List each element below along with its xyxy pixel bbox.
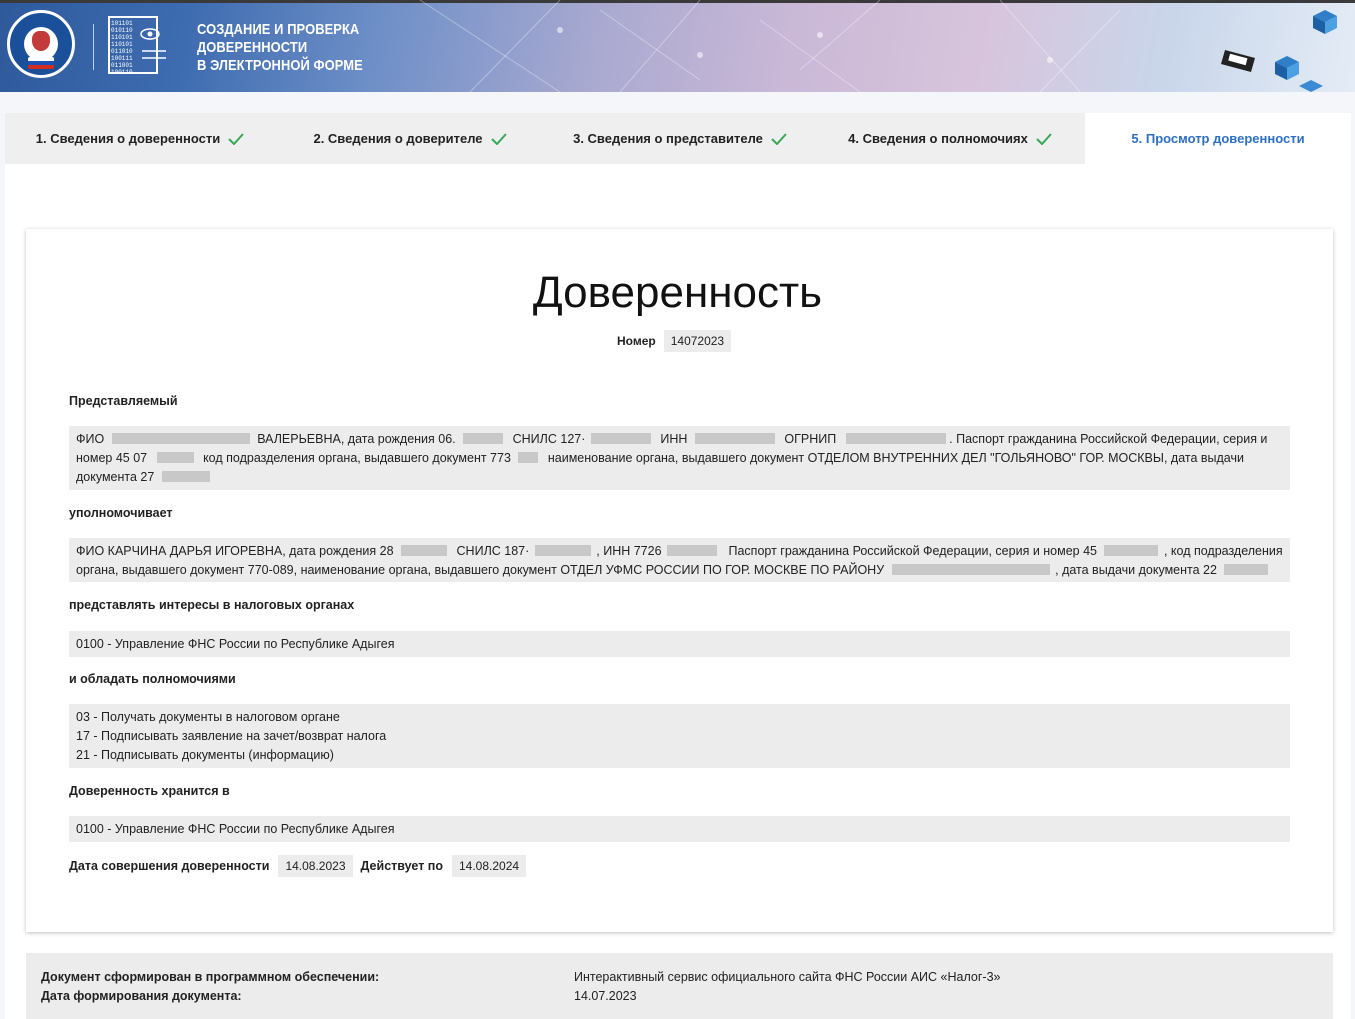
binary-line: 101101 xyxy=(111,20,133,27)
eagle-emblem-icon xyxy=(32,31,50,51)
document-title: Доверенность xyxy=(532,268,823,317)
wizard-steps: 1. Сведения о доверенности 2. Сведения о… xyxy=(5,113,1351,164)
redaction xyxy=(1224,564,1269,575)
powers-label: и обладать полномочиями xyxy=(69,672,236,686)
power-item: 03 - Получать документы в налоговом орга… xyxy=(76,710,340,724)
issuing-authority: наименование органа, выдавшего документ … xyxy=(547,451,1244,465)
power-item: 21 - Подписывать документы (информацию) xyxy=(76,748,334,762)
tab-label: 2. Сведения о доверителе xyxy=(313,131,483,146)
redaction xyxy=(1104,545,1159,556)
binary-line: 110101 xyxy=(111,41,133,48)
tab-step-4[interactable]: 4. Сведения о полномочиях xyxy=(815,113,1085,164)
issuing-authority: органа, выдавшего документ 770-089, наим… xyxy=(76,563,885,577)
title-line: СОЗДАНИЕ И ПРОВЕРКА xyxy=(197,21,360,38)
fns-logo[interactable] xyxy=(7,10,75,78)
tab-step-3[interactable]: 3. Сведения о представителе xyxy=(545,113,815,164)
generation-date-label: Дата формирования документа: xyxy=(41,989,242,1003)
valid-label: Действует по xyxy=(360,859,444,873)
binary-line: 010110 xyxy=(111,27,133,34)
redaction xyxy=(463,433,504,444)
representative-line-2: органа, выдавшего документ 770-089, наим… xyxy=(76,561,1283,580)
tab-label: 4. Сведения о полномочиях xyxy=(848,131,1028,146)
stored-box: 0100 - Управление ФНС России по Республи… xyxy=(69,816,1290,842)
passport-text: . Паспорт гражданина Российской Федераци… xyxy=(949,432,1268,446)
principal-line-3: документа 27 xyxy=(76,468,1283,487)
russia-flag-icon xyxy=(28,57,54,69)
tax-office-box: 0100 - Управление ФНС России по Республи… xyxy=(69,631,1290,657)
tab-step-1[interactable]: 1. Сведения о доверенности xyxy=(5,113,275,164)
principal-name-tail: ВАЛЕРЬЕВНА, дата рождения 06. xyxy=(257,432,456,446)
tab-label: 3. Сведения о представителе xyxy=(573,131,763,146)
header-divider xyxy=(93,24,94,70)
document-eye-icon: 101101 010110 110101 110101 011010 10011… xyxy=(108,16,166,76)
binary-line: 100111 xyxy=(111,55,133,62)
authorizes-label: уполномочивает xyxy=(69,506,173,520)
redaction xyxy=(590,433,651,444)
valid-until-value: 14.08.2024 xyxy=(452,855,527,877)
title-line: ДОВЕРЕННОСТИ xyxy=(197,39,308,56)
ogrnip-label: ОГРНИП xyxy=(784,432,837,446)
binary-line: 110101 xyxy=(111,34,133,41)
redaction xyxy=(694,433,775,444)
power-item: 17 - Подписывать заявление на зачет/возв… xyxy=(76,729,387,743)
redaction xyxy=(534,545,591,556)
site-header: 101101 010110 110101 110101 011010 10011… xyxy=(0,0,1355,92)
department-code: , код подразделения xyxy=(1163,544,1283,558)
number-label: Номер xyxy=(617,334,656,348)
generation-date-value: 14.07.2023 xyxy=(574,989,637,1003)
software-label: Документ сформирован в программном обесп… xyxy=(41,970,380,984)
fio-label: ФИО xyxy=(76,432,105,446)
passport-number: номер 45 07 xyxy=(76,451,148,465)
snils-label: СНИЛС 187· xyxy=(456,544,530,558)
issue-date: документа 27 xyxy=(76,470,155,484)
issue-date: , дата выдачи документа 22 xyxy=(1055,563,1217,577)
tab-label: 5. Просмотр доверенности xyxy=(1131,131,1305,146)
representative-line-1: ФИО КАРЧИНА ДАРЬЯ ИГОРЕВНА, дата рождени… xyxy=(76,542,1283,561)
cubes-decoration-icon xyxy=(1221,10,1337,92)
title-line: В ЭЛЕКТРОННОЙ ФОРМЕ xyxy=(197,57,363,74)
checkmark-icon xyxy=(771,132,787,145)
issue-date-value: 14.08.2023 xyxy=(278,855,353,877)
represent-label: представлять интересы в налоговых органа… xyxy=(69,598,355,612)
representative-details: ФИО КАРЧИНА ДАРЬЯ ИГОРЕВНА, дата рождени… xyxy=(69,538,1290,582)
document-number-row: Номер 14072023 xyxy=(617,330,732,352)
redaction xyxy=(401,545,448,556)
service-title: СОЗДАНИЕ И ПРОВЕРКА ДОВЕРЕННОСТИ В ЭЛЕКТ… xyxy=(197,21,390,75)
representative-name: ФИО КАРЧИНА ДАРЬЯ ИГОРЕВНА, дата рождени… xyxy=(76,544,394,558)
redaction xyxy=(667,545,718,556)
document-number: 14072023 xyxy=(663,330,732,352)
dates-row: Дата совершения доверенности 14.08.2023 … xyxy=(69,855,534,877)
principal-label: Представляемый xyxy=(69,394,178,408)
binary-line: 011001 xyxy=(111,62,133,69)
redaction xyxy=(111,433,250,444)
checkmark-icon xyxy=(228,132,244,145)
principal-line-2: номер 45 07 код подразделения органа, вы… xyxy=(76,449,1283,468)
binary-line: 011010 xyxy=(111,48,133,55)
software-value: Интерактивный сервис официального сайта … xyxy=(574,970,1001,984)
redaction xyxy=(161,471,210,482)
redaction xyxy=(845,433,946,444)
inn-label: , ИНН 7726 xyxy=(596,544,662,558)
department-code: код подразделения органа, выдавшего доку… xyxy=(203,451,511,465)
stored-in: 0100 - Управление ФНС России по Республи… xyxy=(76,822,395,836)
tab-step-2[interactable]: 2. Сведения о доверителе xyxy=(275,113,545,164)
snils-label: СНИЛС 127· xyxy=(512,432,586,446)
passport-text: Паспорт гражданина Российской Федерации,… xyxy=(728,544,1098,558)
tab-label: 1. Сведения о доверенности xyxy=(35,131,221,146)
checkmark-icon xyxy=(1036,132,1052,145)
binary-line: 100110 xyxy=(111,69,133,76)
tab-step-5[interactable]: 5. Просмотр доверенности xyxy=(1085,113,1351,164)
principal-line-1: ФИО ВАЛЕРЬЕВНА, дата рождения 06. СНИЛС … xyxy=(76,430,1283,449)
stored-label: Доверенность хранится в xyxy=(69,784,230,798)
principal-details: ФИО ВАЛЕРЬЕВНА, дата рождения 06. СНИЛС … xyxy=(69,426,1290,490)
tax-office: 0100 - Управление ФНС России по Республи… xyxy=(76,637,395,651)
powers-box: 03 - Получать документы в налоговом орга… xyxy=(69,704,1290,768)
redaction xyxy=(156,452,194,463)
redaction xyxy=(518,452,539,463)
checkmark-icon xyxy=(490,132,507,145)
document-footer: Документ сформирован в программном обесп… xyxy=(26,953,1333,1019)
inn-label: ИНН xyxy=(660,432,688,446)
date-label: Дата совершения доверенности xyxy=(69,859,270,873)
redaction xyxy=(891,564,1050,575)
